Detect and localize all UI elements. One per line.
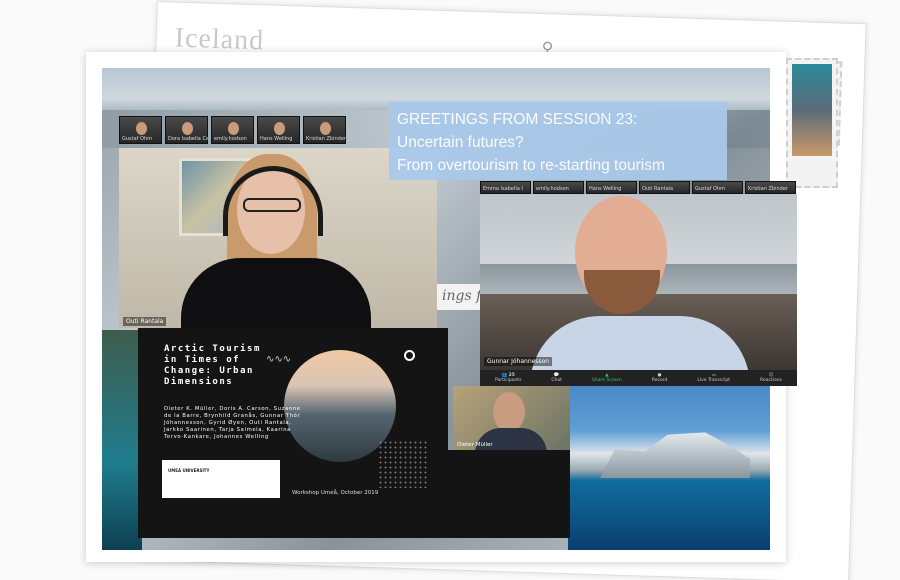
slide-authors: Dieter K. Müller, Doris A. Carson, Suzan… (164, 406, 301, 440)
thumb-name: Emma Isabella Carson (483, 186, 523, 192)
speaker-name-label: Dieter Müller (457, 442, 493, 448)
video-tile-dieter[interactable]: Dieter Müller (453, 386, 570, 450)
slide-footer: Workshop Umeå, October 2019 (292, 490, 379, 496)
glasses (243, 198, 301, 212)
postcard-composite: Iceland ⚲ ings fro Gustaf Ohm Dora Isabe… (0, 0, 900, 580)
participant-face (228, 122, 239, 135)
gallery-thumb[interactable]: Gustaf Ohm (692, 181, 743, 194)
slide-title: Arctic Tourism in Times of Change: Urban… (164, 344, 261, 387)
gallery-thumb[interactable]: Emma Isabella Carson (480, 181, 531, 194)
logo-text: UMEÅ UNIVERSITY (168, 468, 210, 473)
speaker-name-label: Gunnar Jóhannesson (484, 357, 553, 366)
banner-line-1: GREETINGS FROM SESSION 23: (397, 111, 638, 128)
slide-extension-bottom (138, 508, 570, 538)
reactions-button[interactable]: ☺ Reactions (760, 373, 782, 383)
banner-line-3: From overtourism to re-starting tourism (397, 157, 665, 174)
session-banner: GREETINGS FROM SESSION 23: Uncertain fut… (389, 102, 727, 180)
gallery-thumb[interactable]: Gustaf Ohm (119, 116, 162, 144)
video-tile-right[interactable]: Gunnar Jóhannesson (480, 194, 797, 386)
thumb-name: Hans Welling (260, 136, 293, 142)
university-logos: UMEÅ UNIVERSITY (162, 460, 280, 498)
speaker-name-label: Outi Rantala (123, 317, 167, 326)
gallery-thumb[interactable]: emily.hodson (211, 116, 254, 144)
banner-line-2: Uncertain futures? (397, 134, 524, 151)
gallery-thumb[interactable]: Outi Rantala (639, 181, 690, 194)
ring-icon (404, 350, 415, 361)
face (493, 392, 525, 432)
gallery-thumb[interactable]: Kristian Zbinden (745, 181, 796, 194)
share-screen-button[interactable]: ▲ Share Screen (592, 373, 622, 383)
gallery-thumb[interactable]: Hans Welling (257, 116, 300, 144)
participant-face (136, 122, 147, 135)
thumb-name: Gustaf Ohm (695, 186, 725, 192)
thumb-name: Dora Isabella Carson (168, 136, 208, 142)
gallery-thumb[interactable]: Hans Welling (586, 181, 637, 194)
live-transcript-button[interactable]: ▭ Live Transcript (697, 373, 730, 383)
thumb-name: Hans Welling (589, 186, 622, 192)
wave-icon: ∿∿∿ (266, 354, 292, 365)
dot-grid (378, 440, 428, 488)
gallery-thumb[interactable]: emily.hodson (533, 181, 584, 194)
zoom-gallery-right: Emma Isabella Carson emily.hodson Hans W… (480, 181, 796, 194)
gallery-thumb[interactable]: Kristian Zbinden (303, 116, 346, 144)
participant-face (274, 122, 285, 135)
thumb-name: Kristian Zbinden (306, 136, 346, 142)
zoom-toolbar: 👥 25 Participants 💬 Chat ▲ Share Screen ● Re… (480, 370, 797, 386)
participant-face (182, 122, 193, 135)
body (181, 258, 371, 328)
thumb-name: Kristian Zbinden (748, 186, 788, 192)
record-button[interactable]: ● Record (652, 373, 668, 383)
participant-face (320, 122, 331, 135)
coast-photo (102, 330, 142, 550)
chat-button[interactable]: 💬 Chat (551, 373, 562, 383)
stamp-front (786, 58, 838, 188)
thumb-name: Gustaf Ohm (122, 136, 152, 142)
thumb-name: emily.hodson (536, 186, 569, 192)
participants-button[interactable]: 👥 25 Participants (495, 373, 521, 383)
gallery-thumb[interactable]: Dora Isabella Carson (165, 116, 208, 144)
thumb-name: Outi Rantala (642, 186, 674, 192)
thumb-name: emily.hodson (214, 136, 247, 142)
zoom-gallery-left: Gustaf Ohm Dora Isabella Carson emily.ho… (119, 116, 346, 144)
presentation-slide: Arctic Tourism in Times of Change: Urban… (138, 328, 448, 508)
